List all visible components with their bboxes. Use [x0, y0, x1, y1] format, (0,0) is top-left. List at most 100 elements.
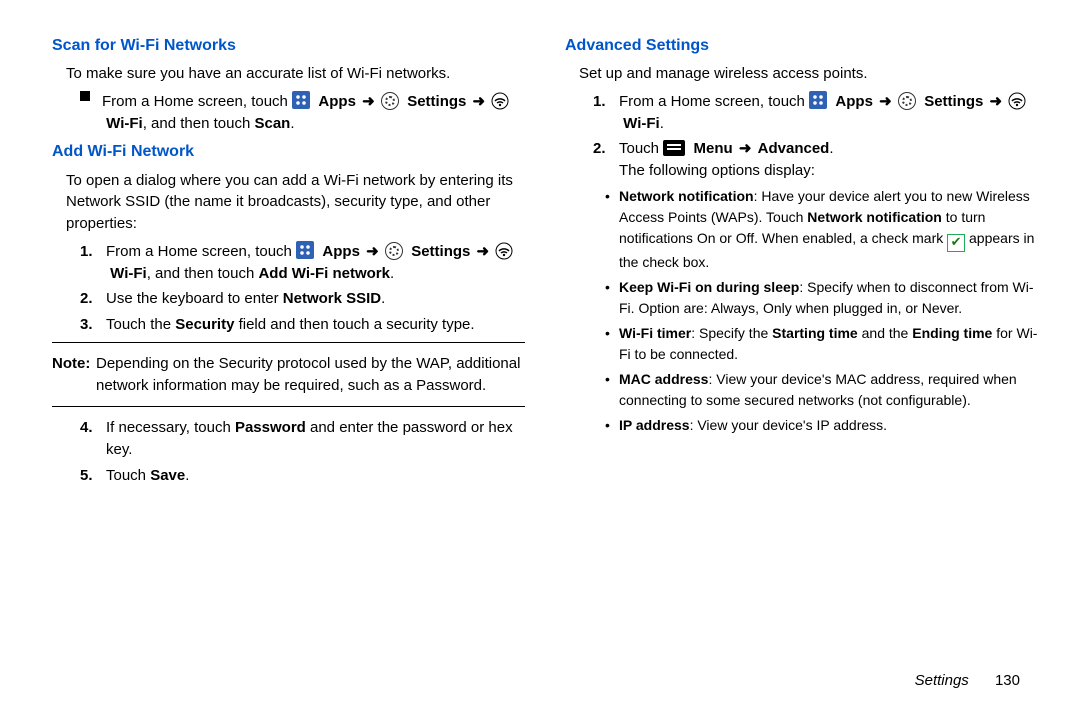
checkmark-icon	[947, 234, 965, 252]
bullet-wifi-timer: • Wi-Fi timer: Specify the Starting time…	[605, 323, 1038, 365]
step-5: 5. Touch Save.	[52, 465, 525, 487]
apps-icon	[296, 241, 314, 259]
text: , and then touch	[143, 115, 255, 132]
note: Note: Depending on the Security protocol…	[52, 353, 525, 397]
label: MAC address	[619, 371, 708, 387]
adv-step-1: 1. From a Home screen, touch Apps ➜ Sett…	[565, 91, 1038, 135]
step-number: 2.	[593, 138, 619, 182]
step-2: 2. Use the keyboard to enter Network SSI…	[52, 288, 525, 310]
settings-icon	[898, 92, 916, 110]
text: .	[381, 290, 385, 307]
scan-label: Scan	[254, 115, 290, 132]
save-label: Save	[150, 467, 185, 484]
text: field and then touch a security type.	[234, 316, 474, 333]
label: Starting time	[772, 325, 858, 341]
label: Keep Wi-Fi on during sleep	[619, 279, 799, 295]
wifi-icon	[491, 92, 509, 110]
apps-label: Apps	[314, 93, 356, 110]
arrow-icon: ➜	[364, 241, 381, 263]
settings-icon	[381, 92, 399, 110]
text: , and then touch	[147, 265, 259, 282]
text: .	[185, 467, 189, 484]
bullet-mac: • MAC address: View your device's MAC ad…	[605, 369, 1038, 411]
menu-label: Menu	[694, 140, 733, 157]
heading-add: Add Wi-Fi Network	[52, 140, 525, 163]
text: .	[290, 115, 294, 132]
bullet-icon: •	[605, 277, 619, 319]
apps-icon	[292, 91, 310, 109]
apps-icon	[809, 91, 827, 109]
para-add: To open a dialog where you can add a Wi-…	[52, 170, 525, 235]
text: The following options display:	[619, 162, 815, 179]
divider	[52, 342, 525, 343]
bullet-icon: •	[605, 323, 619, 365]
wifi-label: Wi-Fi	[102, 115, 143, 132]
step-number: 1.	[593, 91, 619, 135]
heading-advanced: Advanced Settings	[565, 34, 1038, 57]
arrow-icon: ➜	[737, 138, 754, 160]
text: .	[829, 140, 833, 157]
password-label: Password	[235, 419, 306, 436]
text: Touch the	[106, 316, 175, 333]
text: From a Home screen, touch	[106, 243, 296, 260]
step-number: 3.	[80, 314, 106, 336]
step-number: 5.	[80, 465, 106, 487]
note-text: Depending on the Security protocol used …	[96, 353, 525, 397]
arrow-icon: ➜	[471, 91, 488, 113]
step-number: 2.	[80, 288, 106, 310]
right-column: Advanced Settings Set up and manage wire…	[565, 34, 1038, 491]
step-number: 1.	[80, 241, 106, 285]
adv-step-2: 2. Touch Menu ➜ Advanced. The following …	[565, 138, 1038, 182]
heading-scan: Scan for Wi-Fi Networks	[52, 34, 525, 57]
step-1: 1. From a Home screen, touch Apps ➜ Sett…	[52, 241, 525, 285]
wifi-label: Wi-Fi	[623, 115, 660, 132]
settings-label: Settings	[411, 243, 470, 260]
text: If necessary, touch	[106, 419, 235, 436]
wifi-icon	[495, 242, 513, 260]
square-bullet-icon	[80, 91, 90, 101]
text: Touch	[619, 140, 663, 157]
arrow-icon: ➜	[877, 91, 894, 113]
text: Touch	[106, 467, 150, 484]
advanced-label: Advanced	[758, 140, 830, 157]
settings-label: Settings	[924, 93, 983, 110]
page-number: 130	[995, 672, 1020, 689]
apps-label: Apps	[835, 93, 873, 110]
arrow-icon: ➜	[988, 91, 1005, 113]
bullet-icon: •	[605, 369, 619, 411]
text: : Specify the	[691, 325, 772, 341]
settings-icon	[385, 242, 403, 260]
arrow-icon: ➜	[475, 241, 492, 263]
bullet-ip: • IP address: View your device's IP addr…	[605, 415, 1038, 436]
step-3: 3. Touch the Security field and then tou…	[52, 314, 525, 336]
text: .	[390, 265, 394, 282]
wifi-label: Wi-Fi	[110, 265, 147, 282]
security-label: Security	[175, 316, 234, 333]
text: .	[660, 115, 664, 132]
step-4: 4. If necessary, touch Password and ente…	[52, 417, 525, 461]
label: Network notification	[807, 209, 942, 225]
menu-icon	[663, 140, 685, 156]
bullet-icon: •	[605, 415, 619, 436]
settings-label: Settings	[403, 93, 466, 110]
text: Use the keyboard to enter	[106, 290, 283, 307]
label: Ending time	[912, 325, 992, 341]
text: From a Home screen, touch	[619, 93, 809, 110]
footer-section: Settings	[915, 672, 969, 689]
label: IP address	[619, 417, 690, 433]
bullet-keep-wifi: • Keep Wi-Fi on during sleep: Specify wh…	[605, 277, 1038, 319]
label: Wi-Fi timer	[619, 325, 691, 341]
text: From a Home screen, touch	[102, 93, 292, 110]
text: and the	[858, 325, 913, 341]
bullet-network-notification: • Network notification: Have your device…	[605, 186, 1038, 273]
wifi-icon	[1008, 92, 1026, 110]
page-footer: Settings 130	[915, 670, 1020, 692]
ssid-label: Network SSID	[283, 290, 381, 307]
note-label: Note:	[52, 353, 96, 397]
label: Network notification	[619, 188, 754, 204]
left-column: Scan for Wi-Fi Networks To make sure you…	[52, 34, 525, 491]
para-advanced: Set up and manage wireless access points…	[565, 63, 1038, 85]
step-number: 4.	[80, 417, 106, 461]
apps-label: Apps	[322, 243, 360, 260]
bullet-scan-step: From a Home screen, touch Apps ➜ Setting…	[52, 91, 525, 135]
